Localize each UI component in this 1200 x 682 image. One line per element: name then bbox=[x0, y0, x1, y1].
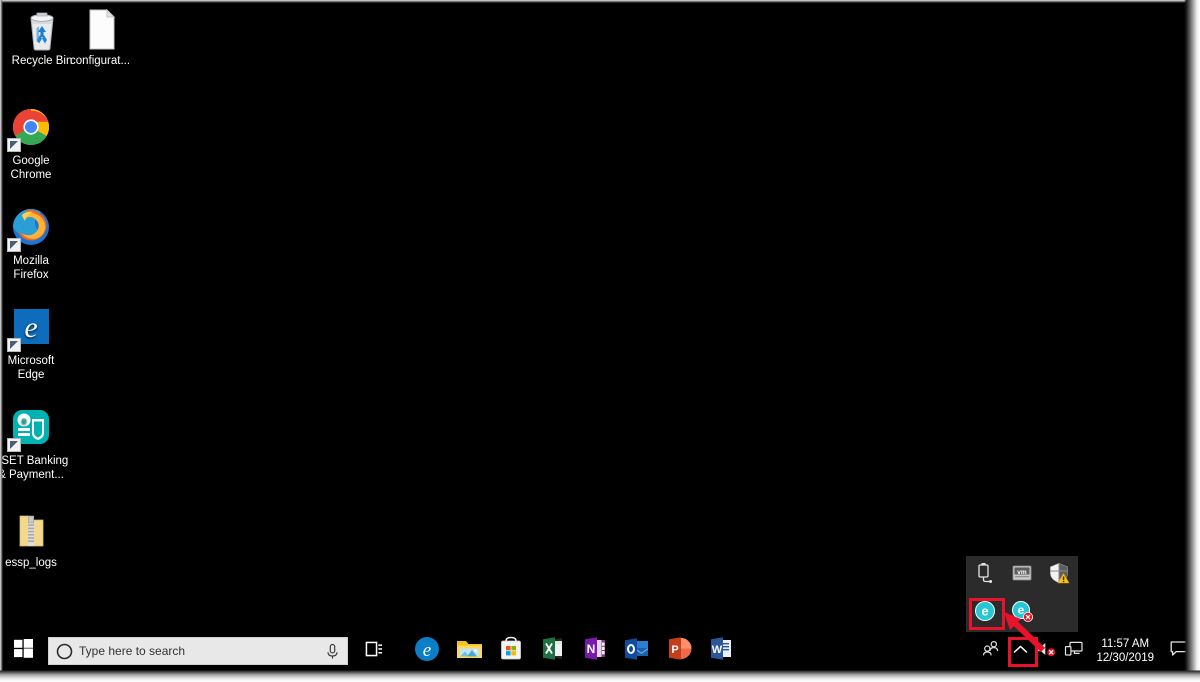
shortcut-overlay-icon bbox=[7, 338, 21, 352]
desktop-icon-google-chrome[interactable]: Google Chrome bbox=[0, 106, 69, 182]
show-hidden-icons-button[interactable] bbox=[1006, 632, 1034, 670]
desktop-icon-mozilla-firefox[interactable]: Mozilla Firefox bbox=[0, 206, 69, 282]
action-center-icon bbox=[1170, 640, 1189, 662]
desktop-icon-eset-banking[interactable]: e ESET Banking & Payment... bbox=[0, 406, 69, 482]
svg-text:W: W bbox=[711, 644, 722, 656]
eset-icon: e bbox=[1010, 599, 1034, 628]
eset-banking-icon: e bbox=[7, 406, 55, 452]
recycle-bin-icon bbox=[18, 6, 66, 52]
edge-icon: e bbox=[414, 636, 440, 667]
vm-icon: vm bbox=[1011, 562, 1033, 589]
svg-text:P: P bbox=[671, 644, 678, 656]
svg-text:e: e bbox=[981, 603, 988, 618]
shortcut-overlay-icon bbox=[7, 438, 21, 452]
pinned-apps: e N P W bbox=[406, 632, 742, 670]
svg-text:e: e bbox=[21, 416, 27, 427]
shortcut-overlay-icon bbox=[7, 238, 21, 252]
excel-icon bbox=[541, 636, 566, 666]
task-view-icon bbox=[364, 640, 384, 663]
onenote-icon: N bbox=[583, 636, 608, 666]
desktop-icon-microsoft-edge[interactable]: e Microsoft Edge bbox=[0, 306, 69, 382]
volume-button[interactable] bbox=[1034, 632, 1060, 670]
desktop-icon-configuration[interactable]: configurat... bbox=[62, 6, 138, 69]
svg-text:e: e bbox=[423, 640, 431, 661]
tray-overflow-item-vmware-tools[interactable]: vm bbox=[1005, 558, 1039, 592]
outlook-icon bbox=[624, 637, 650, 666]
taskbar-app-file-explorer[interactable] bbox=[448, 632, 490, 670]
desktop-icon-label: Google Chrome bbox=[10, 155, 52, 181]
svg-text:vm: vm bbox=[1017, 568, 1027, 575]
taskbar-app-powerpoint[interactable]: P bbox=[658, 632, 700, 670]
system-tray: 11:57 AM 12/30/2019 bbox=[976, 632, 1200, 670]
word-icon: W bbox=[709, 636, 734, 666]
usb-drive-icon bbox=[974, 562, 996, 589]
desktop-icon-label: configurat... bbox=[69, 55, 131, 67]
people-icon bbox=[982, 640, 1001, 662]
folder-icon bbox=[456, 637, 483, 666]
network-monitor-icon bbox=[1064, 640, 1084, 662]
firefox-icon bbox=[7, 206, 55, 252]
desktop-icon-label: Mozilla Firefox bbox=[13, 255, 49, 281]
chevron-up-icon bbox=[1013, 642, 1028, 660]
taskbar-app-microsoft-store[interactable] bbox=[490, 632, 532, 670]
shield-warning-icon bbox=[1048, 562, 1070, 589]
shortcut-overlay-icon bbox=[7, 138, 21, 152]
svg-text:e: e bbox=[24, 311, 37, 344]
clock-time: 11:57 AM bbox=[1101, 638, 1150, 650]
desktop-icon-label: ESET Banking & Payment... bbox=[0, 455, 69, 481]
svg-text:N: N bbox=[586, 642, 595, 656]
taskbar[interactable]: Type here to search e N P W 11:57 AM 12/… bbox=[0, 632, 1200, 670]
store-bag-icon bbox=[499, 636, 523, 666]
clock[interactable]: 11:57 AM 12/30/2019 bbox=[1088, 632, 1162, 670]
tray-people-button[interactable] bbox=[976, 632, 1006, 670]
chrome-icon bbox=[7, 106, 55, 152]
tray-overflow-item-eset-security-alert[interactable]: e bbox=[1005, 596, 1039, 630]
desktop-icon-label: essp_logs bbox=[5, 557, 57, 569]
zip-folder-icon bbox=[7, 508, 55, 554]
taskbar-app-microsoft-edge[interactable]: e bbox=[406, 632, 448, 670]
edge-icon: e bbox=[7, 306, 55, 352]
network-button[interactable] bbox=[1060, 632, 1088, 670]
search-placeholder: Type here to search bbox=[79, 644, 186, 658]
desktop-screen: Recycle Bin configurat... Google Chrome … bbox=[0, 0, 1200, 682]
taskbar-app-excel[interactable] bbox=[532, 632, 574, 670]
action-center-button[interactable] bbox=[1162, 632, 1196, 670]
windows-logo-icon bbox=[13, 639, 33, 663]
speaker-muted-icon bbox=[1036, 640, 1058, 663]
desktop-icon-label: Microsoft Edge bbox=[7, 355, 55, 381]
powerpoint-icon: P bbox=[667, 636, 692, 666]
task-view-button[interactable] bbox=[352, 632, 396, 670]
frame-edge-bottom bbox=[0, 670, 1200, 682]
clock-date: 12/30/2019 bbox=[1096, 652, 1154, 664]
eset-icon: e bbox=[973, 599, 997, 628]
taskbar-app-onenote[interactable]: N bbox=[574, 632, 616, 670]
tray-overflow-item-safely-remove-hardware[interactable] bbox=[968, 558, 1002, 592]
tray-overflow-item-windows-security[interactable] bbox=[1042, 558, 1076, 592]
start-button[interactable] bbox=[0, 632, 46, 670]
desktop-surface[interactable]: Recycle Bin configurat... Google Chrome … bbox=[0, 0, 1200, 632]
text-file-icon bbox=[76, 6, 124, 52]
microphone-icon[interactable] bbox=[317, 643, 347, 660]
taskbar-app-word[interactable]: W bbox=[700, 632, 742, 670]
cortana-circle-icon bbox=[49, 643, 79, 660]
search-input[interactable]: Type here to search bbox=[48, 637, 348, 665]
desktop-icon-essp-logs[interactable]: essp_logs bbox=[0, 508, 69, 571]
taskbar-app-outlook[interactable] bbox=[616, 632, 658, 670]
tray-overflow-item-eset-security[interactable]: e bbox=[968, 596, 1002, 630]
tray-overflow-flyout[interactable]: vm e e bbox=[966, 556, 1078, 632]
